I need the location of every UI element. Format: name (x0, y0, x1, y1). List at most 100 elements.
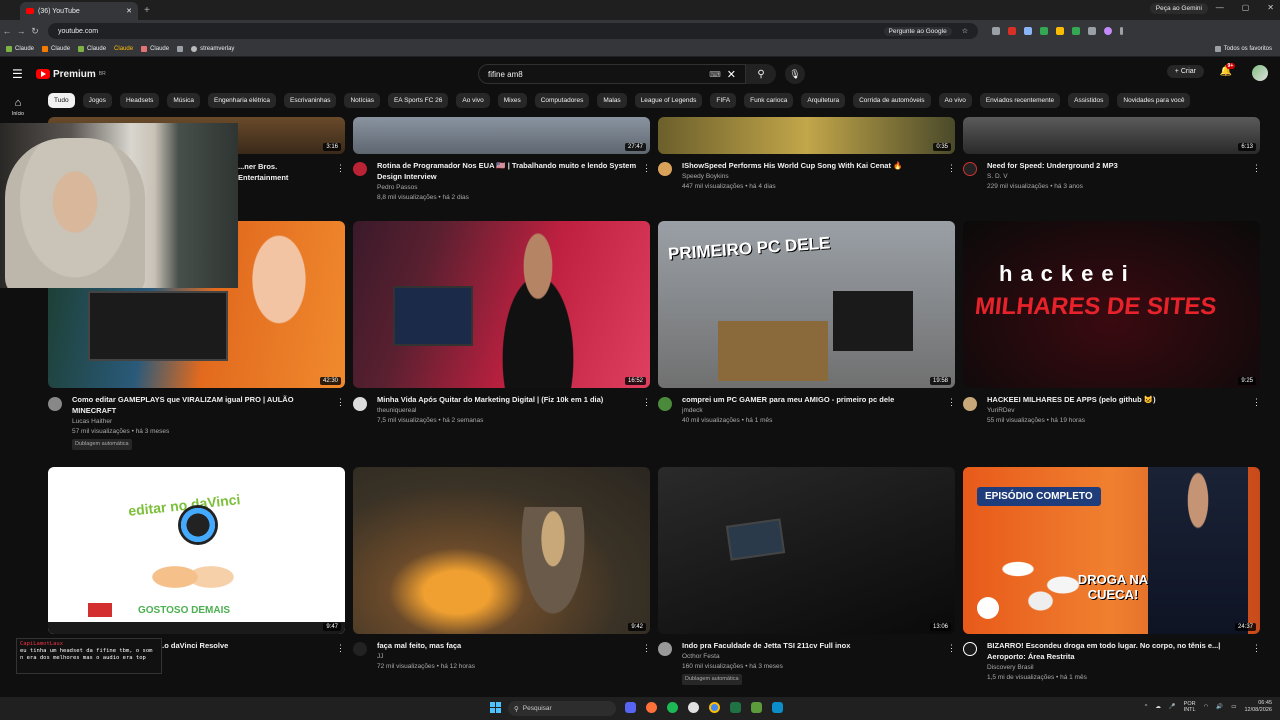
channel-avatar[interactable] (658, 642, 672, 656)
channel-avatar[interactable] (963, 397, 977, 411)
extension-icon[interactable] (1008, 27, 1016, 35)
puzzle-icon[interactable] (1088, 27, 1096, 35)
chip[interactable]: Ao vivo (938, 93, 972, 108)
obs-icon[interactable] (688, 702, 699, 713)
chip[interactable]: Engenharia elétrica (208, 93, 277, 108)
notepad-icon[interactable] (772, 702, 783, 713)
hamburger-menu-icon[interactable]: ☰ (12, 67, 24, 81)
channel-avatar[interactable] (353, 397, 367, 411)
reload-icon[interactable]: ↻ (28, 26, 42, 37)
extension-icon[interactable] (1040, 27, 1048, 35)
chrome-icon[interactable] (709, 702, 720, 713)
channel-avatar[interactable] (658, 162, 672, 176)
extension-icon[interactable] (1056, 27, 1064, 35)
avatar[interactable] (1252, 65, 1268, 81)
video-title[interactable]: IShowSpeed Performs His World Cup Song W… (682, 161, 937, 172)
video-title[interactable]: Indo pra Faculdade de Jetta TSI 211cv Fu… (682, 641, 937, 652)
bookmark-star-icon[interactable]: ☆ (962, 27, 968, 35)
chip[interactable]: Notícias (344, 93, 380, 108)
video-title[interactable]: Minha Vida Após Quitar do Marketing Digi… (377, 395, 637, 406)
chip[interactable]: Funk carioca (744, 93, 794, 108)
taskbar-search[interactable]: ⚲ Pesquisar (508, 701, 616, 716)
more-options-icon[interactable]: ⋮ (1252, 643, 1261, 654)
bookmark-item[interactable]: Claude (141, 46, 169, 52)
clear-search-icon[interactable]: ✕ (727, 68, 736, 81)
keyboard-icon[interactable]: ⌨ (709, 70, 721, 79)
chip[interactable]: Assistidos (1068, 93, 1110, 108)
channel-avatar[interactable] (963, 162, 977, 176)
video-thumbnail[interactable]: 9:42 (353, 467, 650, 634)
voice-search-button[interactable]: 🎙 (785, 64, 805, 84)
video-thumbnail[interactable]: 6:13 (963, 117, 1260, 154)
minimize-icon[interactable]: — (1216, 3, 1224, 12)
channel-avatar[interactable] (48, 397, 62, 411)
channel-name[interactable]: S. D. V (987, 172, 1083, 182)
discord-icon[interactable] (625, 702, 636, 713)
video-thumbnail[interactable]: 16:52 (353, 221, 650, 388)
bookmark-item[interactable]: Claude (6, 46, 34, 52)
channel-avatar[interactable] (658, 397, 672, 411)
battery-icon[interactable]: ▭ (1231, 704, 1236, 710)
chip[interactable]: Tudo (48, 93, 75, 108)
video-title[interactable]: Rotina de Programador Nos EUA 🇺🇸 | Traba… (377, 161, 637, 182)
video-title[interactable]: comprei um PC GAMER para meu AMIGO - pri… (682, 395, 937, 406)
all-bookmarks[interactable]: Todos os favoritos (1214, 46, 1272, 52)
more-options-icon[interactable]: ⋮ (642, 163, 651, 174)
omnibox[interactable]: youtube.com Pergunte ao Google ☆ (48, 23, 978, 39)
chip[interactable]: Escrivaninhas (284, 93, 337, 108)
more-options-icon[interactable]: ⋮ (947, 163, 956, 174)
back-icon[interactable]: ← (0, 26, 14, 36)
video-thumbnail[interactable]: 13:06 (658, 467, 955, 634)
channel-avatar[interactable] (353, 162, 367, 176)
youtube-logo[interactable]: Premium BR (36, 69, 106, 80)
more-options-icon[interactable]: ⋮ (336, 397, 345, 408)
bookmark-item[interactable]: Claude (114, 46, 133, 52)
minecraft-icon[interactable] (751, 702, 762, 713)
channel-name[interactable]: jmdeck (682, 406, 772, 416)
channel-name[interactable]: Octhor Festa (682, 652, 783, 662)
chip[interactable]: Música (167, 93, 200, 108)
language-indicator[interactable]: POR INTL (1184, 701, 1196, 714)
browser-tab[interactable]: (36) YouTube ✕ (20, 2, 138, 20)
extension-icon[interactable] (992, 27, 1000, 35)
ask-google-button[interactable]: Pergunte ao Google (883, 26, 952, 36)
channel-name[interactable]: Discovery Brasil (987, 663, 1087, 673)
notifications-button[interactable]: 🔔 9+ (1220, 63, 1236, 77)
bookmark-item[interactable]: streamverlay (191, 46, 234, 52)
video-title[interactable]: Need for Speed: Underground 2 MP3 (987, 161, 1242, 172)
chip[interactable]: Arquitetura (801, 93, 846, 108)
kebab-menu-icon[interactable] (1120, 27, 1123, 35)
forward-icon[interactable]: → (14, 26, 28, 36)
search-input[interactable]: fifine am8 ⌨ ✕ (478, 64, 746, 84)
bookmark-folder[interactable] (177, 46, 184, 52)
video-thumbnail[interactable]: 27:47 (353, 117, 650, 154)
bookmark-item[interactable]: Claude (78, 46, 106, 52)
close-tab-icon[interactable]: ✕ (126, 7, 132, 15)
chip[interactable]: Mixes (497, 93, 527, 108)
channel-name[interactable]: YuriRDev (987, 406, 1085, 416)
more-options-icon[interactable]: ⋮ (947, 397, 956, 408)
more-options-icon[interactable]: ⋮ (336, 163, 345, 174)
video-title[interactable]: HACKEEI MILHARES DE APPS (pelo github 😺) (987, 395, 1242, 406)
firefox-icon[interactable] (646, 702, 657, 713)
chip[interactable]: Ao vivo (456, 93, 490, 108)
chip[interactable]: Headsets (119, 93, 160, 108)
cloud-icon[interactable]: ☁ (1155, 704, 1161, 710)
video-title[interactable]: ...ner Bros. Entertainment (238, 162, 328, 183)
channel-avatar[interactable] (963, 642, 977, 656)
more-options-icon[interactable]: ⋮ (336, 643, 345, 654)
clock[interactable]: 06:45 12/08/2026 (1244, 700, 1272, 714)
video-thumbnail[interactable]: EPISÓDIO COMPLETO DROGA NA CUECA! 24:37 (963, 467, 1260, 634)
windows-start-icon[interactable] (490, 702, 501, 713)
video-thumbnail[interactable]: PRIMEIRO PC DELE 19:58 (658, 221, 955, 388)
chevron-up-icon[interactable]: ^ (1145, 704, 1148, 710)
extension-icon[interactable] (1072, 27, 1080, 35)
video-title[interactable]: ...o daVinci Resolve (158, 641, 328, 652)
maximize-icon[interactable]: ▢ (1242, 3, 1250, 12)
video-title[interactable]: BIZARRO! Escondeu droga em todo lugar. N… (987, 641, 1242, 662)
chip[interactable]: Jogos (82, 93, 112, 108)
create-button[interactable]: + Criar (1166, 65, 1204, 78)
more-options-icon[interactable]: ⋮ (642, 643, 651, 654)
chip[interactable]: FIFA (710, 93, 737, 108)
wifi-icon[interactable]: ◠ (1204, 704, 1209, 710)
